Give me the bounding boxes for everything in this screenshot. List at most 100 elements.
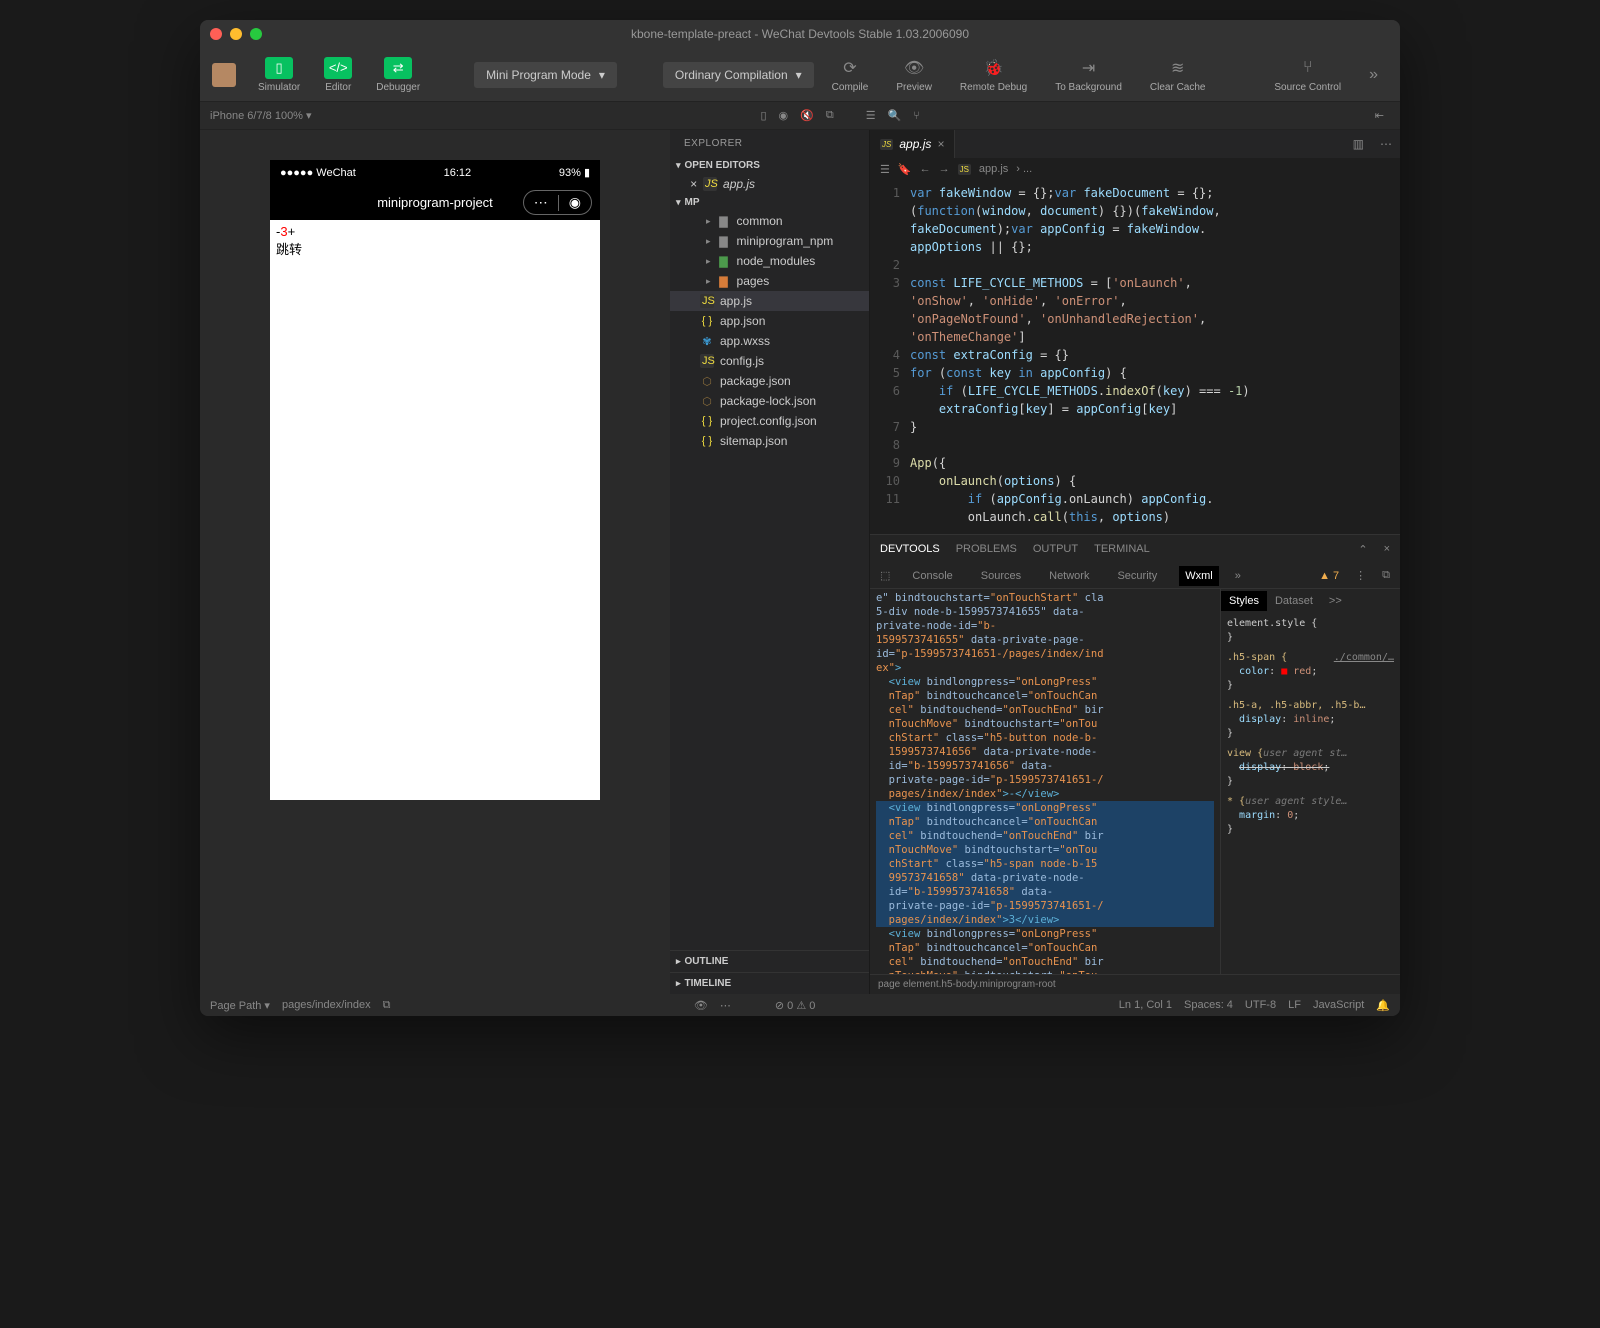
close-icon[interactable]: × — [1384, 543, 1390, 555]
avatar[interactable] — [212, 63, 236, 87]
maximize-window[interactable] — [250, 28, 262, 40]
more-icon[interactable]: ⋯ — [720, 999, 731, 1012]
refresh-icon: ⟳ — [843, 57, 856, 79]
outline-section[interactable]: ▸ OUTLINE — [670, 950, 869, 972]
kebab-icon[interactable]: ⋮ — [1355, 569, 1366, 582]
bookmark-icon[interactable]: 🔖 — [898, 163, 912, 176]
chevron-down-icon: ▾ — [796, 68, 802, 82]
file-item[interactable]: { }app.json — [670, 311, 869, 331]
page-path-label[interactable]: Page Path ▾ — [210, 999, 270, 1012]
close-tab-icon[interactable]: × — [937, 137, 944, 151]
close-icon[interactable]: × — [690, 177, 697, 191]
editor-tab-active[interactable]: JS app.js × — [870, 130, 955, 158]
console-tab[interactable]: Console — [906, 566, 958, 586]
collapse-icon[interactable]: ⇤ — [1375, 109, 1384, 122]
open-editor-item[interactable]: × JS app.js — [670, 174, 869, 194]
bell-icon[interactable]: 🔔 — [1376, 999, 1390, 1012]
remote-debug-button[interactable]: 🐞 Remote Debug — [950, 57, 1037, 93]
file-item[interactable]: JSapp.js — [670, 291, 869, 311]
mute-icon[interactable]: 🔇 — [800, 109, 814, 122]
mode-dropdown[interactable]: Mini Program Mode ▾ — [474, 62, 617, 88]
preview-button[interactable]: 👁 Preview — [886, 57, 942, 93]
file-item[interactable]: ✾app.wxss — [670, 331, 869, 351]
dataset-tab[interactable]: Dataset — [1267, 591, 1321, 611]
jump-link[interactable]: 跳转 — [276, 239, 594, 258]
eol[interactable]: LF — [1288, 999, 1301, 1011]
device-icon[interactable]: ▯ — [760, 109, 766, 122]
editor-toggle[interactable]: </> Editor — [316, 53, 360, 97]
titlebar: kbone-template-preact - WeChat Devtools … — [200, 20, 1400, 48]
to-background-button[interactable]: ⇥ To Background — [1045, 57, 1132, 93]
device-selector[interactable]: iPhone 6/7/8 100% ▾ — [210, 109, 312, 122]
split-editor-icon[interactable]: ▥ — [1345, 130, 1372, 158]
encoding[interactable]: UTF-8 — [1245, 999, 1276, 1011]
record-icon[interactable]: ◉ — [779, 109, 789, 122]
security-tab[interactable]: Security — [1111, 566, 1163, 586]
more-icon[interactable]: ⋯ — [1372, 130, 1400, 158]
simulator-icon: ▯ — [265, 57, 293, 79]
git-icon[interactable]: ⑂ — [913, 110, 920, 122]
file-item[interactable]: JSconfig.js — [670, 351, 869, 371]
editor-tabs: JS app.js × ▥ ⋯ — [870, 130, 1400, 158]
devtools-tab[interactable]: DEVTOOLS — [880, 543, 940, 555]
file-item[interactable]: ⬡package.json — [670, 371, 869, 391]
cursor-position[interactable]: Ln 1, Col 1 — [1119, 999, 1172, 1011]
wxml-tab[interactable]: Wxml — [1179, 566, 1219, 586]
warning-badge[interactable]: ▲ 7 — [1319, 570, 1339, 582]
folder-icon: ▇ — [717, 255, 731, 268]
problems-tab[interactable]: PROBLEMS — [956, 543, 1017, 555]
forward-icon[interactable]: → — [939, 163, 950, 175]
folder-item[interactable]: ▸▇miniprogram_npm — [670, 231, 869, 251]
phone-body[interactable]: -3+ 跳转 — [270, 220, 600, 800]
page-path[interactable]: pages/index/index — [282, 999, 371, 1011]
inspect-icon[interactable]: ⬚ — [880, 569, 890, 582]
layers-icon: ≋ — [1171, 57, 1184, 79]
styles-tab[interactable]: Styles — [1221, 591, 1267, 611]
folder-icon: ▇ — [717, 215, 731, 228]
more-button[interactable]: » — [1359, 64, 1388, 86]
errors-count[interactable]: ⊘ 0 ⚠ 0 — [775, 999, 816, 1012]
open-editors-section[interactable]: ▾ OPEN EDITORS — [670, 157, 869, 174]
list-icon[interactable]: ☰ — [880, 163, 890, 176]
search-icon[interactable]: 🔍 — [888, 109, 902, 122]
language-mode[interactable]: JavaScript — [1313, 999, 1364, 1011]
copy-path-icon[interactable]: ⧉ — [383, 999, 391, 1012]
root-folder[interactable]: ▾ MP — [670, 194, 869, 211]
source-control-button[interactable]: ⑂ Source Control — [1264, 57, 1351, 93]
file-item[interactable]: { }sitemap.json — [670, 431, 869, 451]
minimize-window[interactable] — [230, 28, 242, 40]
output-tab[interactable]: OUTPUT — [1033, 543, 1078, 555]
list-icon[interactable]: ☰ — [866, 109, 876, 122]
debugger-toggle[interactable]: ⇄ Debugger — [368, 53, 428, 97]
wxml-tree[interactable]: e" bindtouchstart="onTouchStart" cla 5-d… — [870, 589, 1220, 974]
target-icon[interactable]: ◉ — [559, 191, 591, 214]
folder-item[interactable]: ▸▇pages — [670, 271, 869, 291]
indent-setting[interactable]: Spaces: 4 — [1184, 999, 1233, 1011]
folder-item[interactable]: ▸▇common — [670, 211, 869, 231]
file-item[interactable]: ⬡package-lock.json — [670, 391, 869, 411]
folder-icon: ▇ — [717, 235, 731, 248]
more-styles-tab[interactable]: >> — [1321, 591, 1350, 611]
network-tab[interactable]: Network — [1043, 566, 1095, 586]
compilation-dropdown[interactable]: Ordinary Compilation ▾ — [663, 62, 814, 88]
close-window[interactable] — [210, 28, 222, 40]
visibility-icon[interactable]: 👁 — [694, 999, 708, 1012]
nav-capsule[interactable]: ⋯ ◉ — [523, 190, 592, 215]
code-editor[interactable]: 1 23 456 7891011 var fakeWindow = {};var… — [870, 180, 1400, 534]
simulator-toggle[interactable]: ▯ Simulator — [250, 53, 308, 97]
styles-rules[interactable]: element.style { } .h5-span {./common/… c… — [1221, 613, 1400, 841]
dock-icon[interactable]: ⧉ — [1382, 569, 1390, 582]
file-item[interactable]: { }project.config.json — [670, 411, 869, 431]
more-tabs-icon[interactable]: » — [1235, 570, 1241, 582]
folder-item[interactable]: ▸▇node_modules — [670, 251, 869, 271]
terminal-tab[interactable]: TERMINAL — [1094, 543, 1150, 555]
sources-tab[interactable]: Sources — [975, 566, 1027, 586]
editor-pane: JS app.js × ▥ ⋯ ☰ 🔖 ← → JS app.js › ... … — [870, 130, 1400, 994]
compile-button[interactable]: ⟳ Compile — [822, 57, 879, 93]
chevron-up-icon[interactable]: ⌃ — [1358, 543, 1367, 556]
clear-cache-button[interactable]: ≋ Clear Cache — [1140, 57, 1216, 93]
copy-icon[interactable]: ⧉ — [826, 109, 834, 122]
timeline-section[interactable]: ▸ TIMELINE — [670, 972, 869, 994]
back-icon[interactable]: ← — [920, 163, 931, 175]
menu-icon[interactable]: ⋯ — [524, 191, 558, 214]
